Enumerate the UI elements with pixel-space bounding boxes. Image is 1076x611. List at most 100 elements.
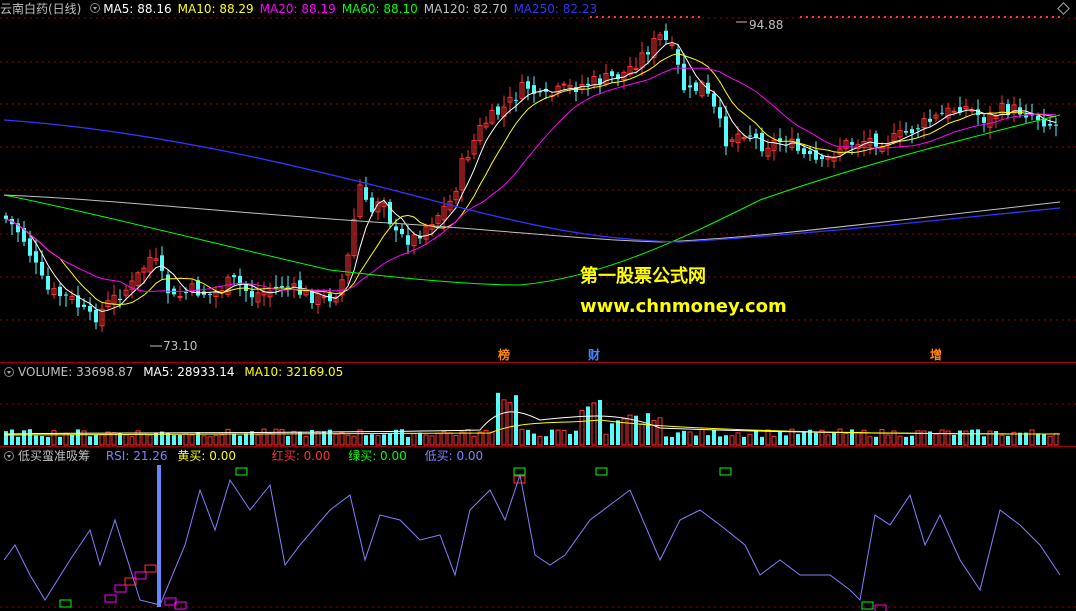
volume-bar	[489, 431, 495, 446]
volume-bar	[10, 429, 14, 445]
candle-body	[850, 142, 854, 145]
signal-dot	[1046, 16, 1048, 18]
volume-bar	[189, 434, 195, 446]
volume-bar	[694, 435, 698, 445]
volume-bar	[699, 428, 705, 446]
candle-body	[664, 30, 668, 40]
volume-bar	[477, 431, 483, 446]
low-price-label: 73.10	[163, 339, 198, 353]
volume-bar	[370, 434, 374, 445]
ma-label-3: MA60: 88.10	[341, 2, 418, 16]
signal-dot	[962, 16, 964, 18]
signal-dot	[698, 16, 700, 18]
indicator-collapse-icon[interactable]	[4, 451, 14, 461]
volume-bar	[232, 433, 236, 445]
signal-dot	[860, 16, 862, 18]
signal-box	[164, 597, 177, 606]
candle-body	[718, 107, 722, 119]
candle-body	[250, 290, 254, 298]
signal-dot	[932, 16, 934, 18]
volume-bar	[303, 436, 309, 446]
volume-bar	[388, 432, 392, 445]
volume-bar	[34, 435, 38, 445]
signal-box	[59, 599, 72, 608]
signal-dot	[650, 16, 652, 18]
signal-dot	[890, 16, 892, 18]
low-buy: 低买: 0.00	[424, 449, 484, 463]
watermark-title: 第一股票公式网	[580, 266, 706, 287]
candle-body	[196, 280, 200, 296]
volume-bar	[712, 429, 716, 445]
candle-body	[388, 202, 392, 225]
volume-bar	[586, 406, 590, 445]
signal-dot	[968, 16, 970, 18]
signal-dot	[914, 16, 916, 18]
volume-indicator-divider	[0, 446, 1076, 447]
volume-bar	[742, 436, 746, 445]
volume-value: VOLUME: 33698.87	[18, 365, 134, 379]
signal-dot	[1052, 16, 1054, 18]
candle-body	[321, 296, 327, 299]
candle-body	[88, 306, 92, 312]
volume-bar	[496, 392, 500, 445]
candlestick-chart[interactable]	[0, 0, 1076, 611]
candle-body	[46, 276, 50, 290]
candle-body	[951, 110, 957, 113]
candle-body	[676, 49, 680, 65]
signal-dot	[644, 16, 646, 18]
signal-dot	[638, 16, 640, 18]
volume-bar	[514, 395, 518, 445]
candle-body	[561, 83, 567, 86]
signal-box	[144, 564, 157, 573]
candle-body	[982, 117, 986, 123]
candle-body	[400, 228, 404, 235]
event-marker-cai[interactable]: 财	[588, 346, 600, 363]
volume-bar	[28, 429, 32, 445]
volume-bar	[99, 434, 105, 446]
volume-bar	[394, 429, 398, 445]
volume-bar	[885, 434, 891, 446]
volume-bar	[58, 436, 62, 445]
candle-body	[394, 226, 398, 231]
rsi-value: RSI: 21.26	[105, 449, 168, 463]
volume-bar	[603, 433, 609, 446]
signal-dot	[992, 16, 994, 18]
ma-label-0: MA5: 88.16	[103, 2, 172, 16]
candle-body	[694, 82, 698, 91]
signal-box	[134, 571, 147, 580]
volume-bar	[244, 433, 248, 445]
volume-bar	[255, 434, 261, 446]
signal-box	[513, 467, 526, 476]
candle-body	[1054, 124, 1058, 126]
ma120-line	[3, 194, 1061, 243]
volume-bar	[375, 434, 381, 446]
signal-dot	[1010, 16, 1012, 18]
signal-dot	[812, 16, 814, 18]
signal-dot	[1004, 16, 1006, 18]
candle-body	[904, 131, 908, 133]
volume-bar	[16, 436, 20, 445]
signal-dot	[836, 16, 838, 18]
volume-bar	[958, 430, 962, 445]
volume-bar	[526, 429, 530, 445]
rsi-line	[3, 473, 1061, 606]
signal-dot	[908, 16, 910, 18]
volume-bar	[94, 434, 98, 445]
volume-bar	[1047, 435, 1053, 446]
event-marker-zeng[interactable]: 增	[930, 346, 942, 363]
volume-bar	[544, 436, 548, 445]
indicator-header: 低买蛮准吸筹 RSI: 21.26 黄买: 0.00 红买: 0.00 绿买: …	[18, 448, 489, 464]
event-marker-bang[interactable]: 榜	[498, 346, 510, 363]
ma-label-5: MA250: 82.23	[513, 2, 598, 16]
volume-bar	[616, 420, 620, 445]
yellow-buy: 黄买: 0.00	[177, 449, 236, 463]
candle-body	[646, 52, 650, 55]
signal-dot	[662, 16, 664, 18]
candle-body	[82, 304, 86, 307]
volume-bar	[897, 435, 903, 446]
signal-box	[719, 467, 732, 476]
signal-dot	[902, 16, 904, 18]
volume-bar	[850, 429, 854, 445]
volume-collapse-icon[interactable]	[4, 367, 14, 377]
volume-bar	[441, 431, 447, 446]
